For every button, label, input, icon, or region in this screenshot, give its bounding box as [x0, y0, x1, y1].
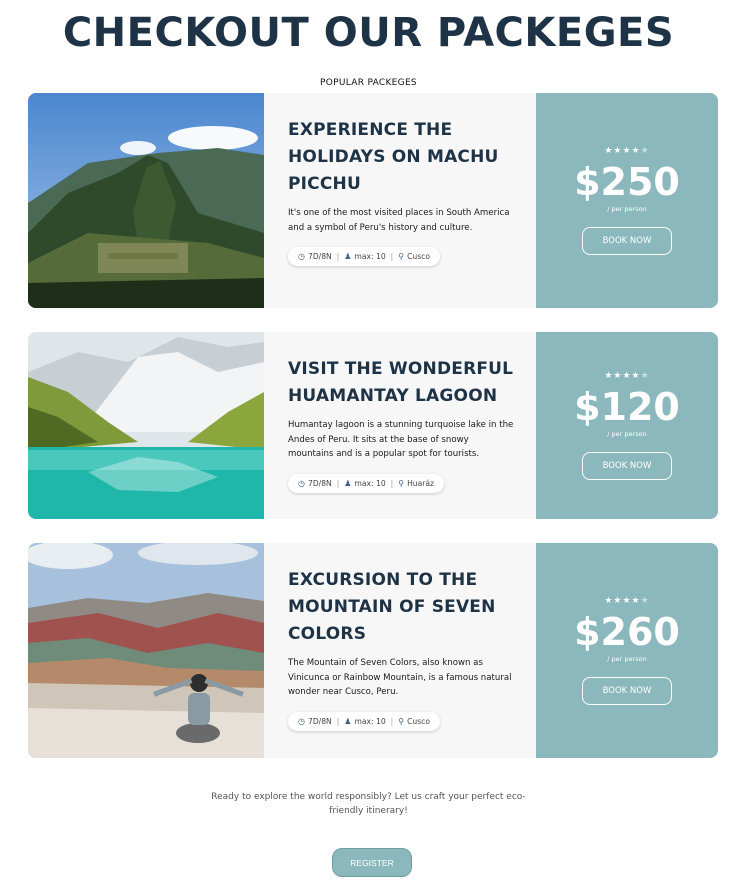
package-description: The Mountain of Seven Colors, also known…: [288, 658, 512, 697]
rainbow-mountain-photo: [28, 543, 264, 758]
star-rating: ★★★★★: [604, 146, 649, 156]
meta-divider: |: [390, 478, 394, 488]
package-description: Humantay lagoon is a stunning turquoise …: [288, 420, 514, 459]
group-icon: ♟: [344, 716, 352, 726]
page-title: CHECKOUT OUR PACKEGES: [62, 10, 675, 56]
package-card-rainbow-mountain: EXCURSION TO THE MOUNTAIN OF SEVEN COLOR…: [28, 543, 718, 758]
clock-icon: ◷: [298, 252, 305, 261]
machu-picchu-photo: [28, 93, 264, 308]
clock-icon: ◷: [298, 478, 305, 488]
book-now-button[interactable]: BOOK NOW: [582, 677, 672, 705]
star-empty-icon: ★: [640, 596, 650, 606]
lagoon-photo: [28, 332, 264, 519]
meta-divider: |: [336, 478, 340, 488]
package-title: VISIT THE WONDERFUL HUAMANTAY LAGOON: [288, 359, 514, 406]
price-panel: ★★★★★ $260 / per person BOOK NOW: [536, 543, 718, 758]
package-card-humantay-lagoon: VISIT THE WONDERFUL HUAMANTAY LAGOON Hum…: [28, 332, 718, 519]
price-unit: / per person: [607, 430, 647, 438]
price-panel: ★★★★★ $120 / per person BOOK NOW: [536, 332, 718, 519]
package-title: EXPERIENCE THE HOLIDAYS ON MACHU PICCHU: [288, 120, 499, 194]
group-icon: ♟: [344, 478, 352, 488]
location-pin-icon: ⚲: [398, 716, 405, 726]
star-full-icon: ★★★★: [604, 371, 641, 381]
price-unit: / per person: [607, 655, 647, 663]
package-location: Cusco: [407, 716, 430, 726]
location-pin-icon: ⚲: [398, 478, 405, 488]
section-subtitle: POPULAR PACKEGES: [320, 78, 417, 88]
star-rating: ★★★★★: [604, 596, 649, 606]
star-empty-icon: ★: [640, 371, 650, 381]
package-duration: 7D/8N: [307, 716, 332, 726]
book-now-button[interactable]: BOOK NOW: [582, 452, 672, 480]
package-price: $250: [574, 160, 680, 204]
package-meta: ◷ 7D/8N | ♟ max: 10 | ⚲ Cusco: [288, 247, 440, 266]
star-full-icon: ★★★★: [604, 596, 641, 606]
package-title: EXCURSION TO THE MOUNTAIN OF SEVEN COLOR…: [288, 570, 496, 644]
clock-icon: ◷: [298, 716, 305, 726]
package-info: VISIT THE WONDERFUL HUAMANTAY LAGOON Hum…: [264, 332, 536, 519]
package-info: EXCURSION TO THE MOUNTAIN OF SEVEN COLOR…: [264, 543, 536, 758]
package-price: $260: [574, 610, 680, 654]
meta-divider: |: [336, 252, 340, 261]
package-info: EXPERIENCE THE HOLIDAYS ON MACHU PICCHU …: [264, 93, 536, 308]
group-icon: ♟: [344, 252, 352, 261]
star-empty-icon: ★: [640, 146, 650, 156]
package-location: Cusco: [407, 252, 430, 261]
package-description: It's one of the most visited places in S…: [288, 208, 510, 233]
star-full-icon: ★★★★: [604, 146, 641, 156]
package-meta: ◷ 7D/8N | ♟ max: 10 | ⚲ Cusco: [288, 711, 440, 731]
package-duration: 7D/8N: [307, 478, 332, 488]
package-max: max: 10: [354, 478, 386, 488]
package-meta: ◷ 7D/8N | ♟ max: 10 | ⚲ Huaráz: [288, 473, 445, 493]
package-max: max: 10: [354, 252, 386, 261]
meta-divider: |: [336, 716, 340, 726]
package-price: $120: [574, 385, 680, 429]
meta-divider: |: [390, 716, 394, 726]
location-pin-icon: ⚲: [398, 252, 405, 261]
price-panel: ★★★★★ $250 / per person BOOK NOW: [536, 93, 718, 308]
cta-text: Ready to explore the world responsibly? …: [211, 792, 526, 816]
meta-divider: |: [390, 252, 394, 261]
price-unit: / per person: [607, 205, 647, 213]
package-max: max: 10: [354, 716, 386, 726]
star-rating: ★★★★★: [604, 371, 649, 381]
book-now-button[interactable]: BOOK NOW: [582, 227, 672, 255]
register-button[interactable]: REGISTER: [332, 848, 412, 877]
package-location: Huaráz: [407, 478, 435, 488]
package-card-machu-picchu: EXPERIENCE THE HOLIDAYS ON MACHU PICCHU …: [28, 93, 718, 308]
package-duration: 7D/8N: [307, 252, 332, 261]
